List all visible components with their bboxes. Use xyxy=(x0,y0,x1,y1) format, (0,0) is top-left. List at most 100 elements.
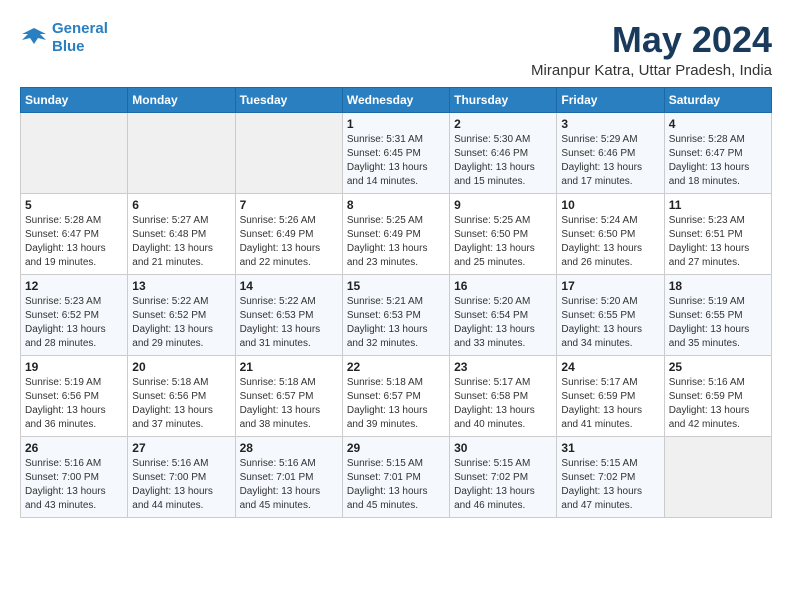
day-number: 1 xyxy=(347,117,445,131)
main-title: May 2024 xyxy=(531,20,772,60)
day-info: Sunrise: 5:20 AM Sunset: 6:54 PM Dayligh… xyxy=(454,295,552,351)
day-info: Sunrise: 5:17 AM Sunset: 6:58 PM Dayligh… xyxy=(454,376,552,432)
day-info: Sunrise: 5:29 AM Sunset: 6:46 PM Dayligh… xyxy=(561,133,659,189)
weekday-header-thursday: Thursday xyxy=(450,87,557,112)
weekday-header-tuesday: Tuesday xyxy=(235,87,342,112)
weekday-header-wednesday: Wednesday xyxy=(342,87,449,112)
day-info: Sunrise: 5:19 AM Sunset: 6:55 PM Dayligh… xyxy=(669,295,767,351)
day-info: Sunrise: 5:16 AM Sunset: 7:00 PM Dayligh… xyxy=(25,457,123,513)
day-info: Sunrise: 5:16 AM Sunset: 7:01 PM Dayligh… xyxy=(240,457,338,513)
logo-icon xyxy=(20,24,48,52)
day-info: Sunrise: 5:26 AM Sunset: 6:49 PM Dayligh… xyxy=(240,214,338,270)
weekday-header-row: SundayMondayTuesdayWednesdayThursdayFrid… xyxy=(21,87,772,112)
day-cell: 5 Sunrise: 5:28 AM Sunset: 6:47 PM Daylig… xyxy=(21,193,128,274)
day-cell: 7 Sunrise: 5:26 AM Sunset: 6:49 PM Daylig… xyxy=(235,193,342,274)
day-number: 15 xyxy=(347,279,445,293)
day-cell: 12 Sunrise: 5:23 AM Sunset: 6:52 PM Dayli… xyxy=(21,274,128,355)
weekday-header-monday: Monday xyxy=(128,87,235,112)
day-info: Sunrise: 5:23 AM Sunset: 6:51 PM Dayligh… xyxy=(669,214,767,270)
day-number: 29 xyxy=(347,441,445,455)
day-info: Sunrise: 5:16 AM Sunset: 7:00 PM Dayligh… xyxy=(132,457,230,513)
day-number: 7 xyxy=(240,198,338,212)
day-info: Sunrise: 5:27 AM Sunset: 6:48 PM Dayligh… xyxy=(132,214,230,270)
day-cell: 20Sunrise: 5:18 AM Sunset: 6:56 PM Dayli… xyxy=(128,355,235,436)
day-info: Sunrise: 5:18 AM Sunset: 6:57 PM Dayligh… xyxy=(240,376,338,432)
subtitle: Miranpur Katra, Uttar Pradesh, India xyxy=(531,62,772,79)
day-cell: 27 Sunrise: 5:16 AM Sunset: 7:00 PM Dayli… xyxy=(128,436,235,517)
day-cell: 4Sunrise: 5:28 AM Sunset: 6:47 PM Daylig… xyxy=(664,112,771,193)
day-number: 24 xyxy=(561,360,659,374)
day-cell: 14 Sunrise: 5:22 AM Sunset: 6:53 PM Dayli… xyxy=(235,274,342,355)
day-cell: 25Sunrise: 5:16 AM Sunset: 6:59 PM Dayli… xyxy=(664,355,771,436)
week-row-2: 5 Sunrise: 5:28 AM Sunset: 6:47 PM Daylig… xyxy=(21,193,772,274)
day-cell: 2 Sunrise: 5:30 AM Sunset: 6:46 PM Daylig… xyxy=(450,112,557,193)
day-info: Sunrise: 5:28 AM Sunset: 6:47 PM Dayligh… xyxy=(669,133,767,189)
calendar-table: SundayMondayTuesdayWednesdayThursdayFrid… xyxy=(20,87,772,518)
day-number: 20 xyxy=(132,360,230,374)
day-cell xyxy=(21,112,128,193)
day-number: 27 xyxy=(132,441,230,455)
day-number: 9 xyxy=(454,198,552,212)
day-number: 16 xyxy=(454,279,552,293)
day-number: 19 xyxy=(25,360,123,374)
day-number: 18 xyxy=(669,279,767,293)
day-number: 12 xyxy=(25,279,123,293)
day-cell: 30Sunrise: 5:15 AM Sunset: 7:02 PM Dayli… xyxy=(450,436,557,517)
day-cell: 26 Sunrise: 5:16 AM Sunset: 7:00 PM Dayli… xyxy=(21,436,128,517)
day-cell: 29Sunrise: 5:15 AM Sunset: 7:01 PM Dayli… xyxy=(342,436,449,517)
day-cell: 8 Sunrise: 5:25 AM Sunset: 6:49 PM Daylig… xyxy=(342,193,449,274)
logo-text: General Blue xyxy=(52,20,108,56)
day-cell: 1 Sunrise: 5:31 AM Sunset: 6:45 PM Daylig… xyxy=(342,112,449,193)
day-cell: 6Sunrise: 5:27 AM Sunset: 6:48 PM Daylig… xyxy=(128,193,235,274)
day-cell: 18 Sunrise: 5:19 AM Sunset: 6:55 PM Dayli… xyxy=(664,274,771,355)
day-cell: 15 Sunrise: 5:21 AM Sunset: 6:53 PM Dayli… xyxy=(342,274,449,355)
day-number: 23 xyxy=(454,360,552,374)
day-number: 14 xyxy=(240,279,338,293)
day-cell: 9 Sunrise: 5:25 AM Sunset: 6:50 PM Daylig… xyxy=(450,193,557,274)
day-number: 21 xyxy=(240,360,338,374)
day-info: Sunrise: 5:24 AM Sunset: 6:50 PM Dayligh… xyxy=(561,214,659,270)
day-number: 22 xyxy=(347,360,445,374)
day-cell: 28Sunrise: 5:16 AM Sunset: 7:01 PM Dayli… xyxy=(235,436,342,517)
day-number: 17 xyxy=(561,279,659,293)
day-info: Sunrise: 5:28 AM Sunset: 6:47 PM Dayligh… xyxy=(25,214,123,270)
logo: General Blue xyxy=(20,20,108,56)
day-info: Sunrise: 5:15 AM Sunset: 7:02 PM Dayligh… xyxy=(454,457,552,513)
week-row-5: 26 Sunrise: 5:16 AM Sunset: 7:00 PM Dayli… xyxy=(21,436,772,517)
header: General Blue May 2024 Miranpur Katra, Ut… xyxy=(20,20,772,79)
day-number: 2 xyxy=(454,117,552,131)
week-row-3: 12 Sunrise: 5:23 AM Sunset: 6:52 PM Dayli… xyxy=(21,274,772,355)
day-info: Sunrise: 5:22 AM Sunset: 6:53 PM Dayligh… xyxy=(240,295,338,351)
day-number: 8 xyxy=(347,198,445,212)
day-info: Sunrise: 5:23 AM Sunset: 6:52 PM Dayligh… xyxy=(25,295,123,351)
day-cell: 17 Sunrise: 5:20 AM Sunset: 6:55 PM Dayli… xyxy=(557,274,664,355)
day-info: Sunrise: 5:18 AM Sunset: 6:57 PM Dayligh… xyxy=(347,376,445,432)
day-info: Sunrise: 5:30 AM Sunset: 6:46 PM Dayligh… xyxy=(454,133,552,189)
weekday-header-sunday: Sunday xyxy=(21,87,128,112)
day-info: Sunrise: 5:31 AM Sunset: 6:45 PM Dayligh… xyxy=(347,133,445,189)
weekday-header-friday: Friday xyxy=(557,87,664,112)
day-cell: 3 Sunrise: 5:29 AM Sunset: 6:46 PM Daylig… xyxy=(557,112,664,193)
day-info: Sunrise: 5:17 AM Sunset: 6:59 PM Dayligh… xyxy=(561,376,659,432)
day-info: Sunrise: 5:25 AM Sunset: 6:49 PM Dayligh… xyxy=(347,214,445,270)
day-info: Sunrise: 5:21 AM Sunset: 6:53 PM Dayligh… xyxy=(347,295,445,351)
day-number: 26 xyxy=(25,441,123,455)
day-info: Sunrise: 5:25 AM Sunset: 6:50 PM Dayligh… xyxy=(454,214,552,270)
day-number: 3 xyxy=(561,117,659,131)
weekday-header-saturday: Saturday xyxy=(664,87,771,112)
calendar-page: General Blue May 2024 Miranpur Katra, Ut… xyxy=(0,0,792,528)
day-cell xyxy=(664,436,771,517)
day-cell: 23 Sunrise: 5:17 AM Sunset: 6:58 PM Dayli… xyxy=(450,355,557,436)
day-info: Sunrise: 5:22 AM Sunset: 6:52 PM Dayligh… xyxy=(132,295,230,351)
day-cell: 21 Sunrise: 5:18 AM Sunset: 6:57 PM Dayli… xyxy=(235,355,342,436)
day-info: Sunrise: 5:19 AM Sunset: 6:56 PM Dayligh… xyxy=(25,376,123,432)
day-number: 5 xyxy=(25,198,123,212)
day-info: Sunrise: 5:16 AM Sunset: 6:59 PM Dayligh… xyxy=(669,376,767,432)
title-block: May 2024 Miranpur Katra, Uttar Pradesh, … xyxy=(531,20,772,79)
day-cell: 10Sunrise: 5:24 AM Sunset: 6:50 PM Dayli… xyxy=(557,193,664,274)
day-cell: 24 Sunrise: 5:17 AM Sunset: 6:59 PM Dayli… xyxy=(557,355,664,436)
day-info: Sunrise: 5:20 AM Sunset: 6:55 PM Dayligh… xyxy=(561,295,659,351)
day-cell xyxy=(128,112,235,193)
week-row-4: 19 Sunrise: 5:19 AM Sunset: 6:56 PM Dayli… xyxy=(21,355,772,436)
day-number: 31 xyxy=(561,441,659,455)
